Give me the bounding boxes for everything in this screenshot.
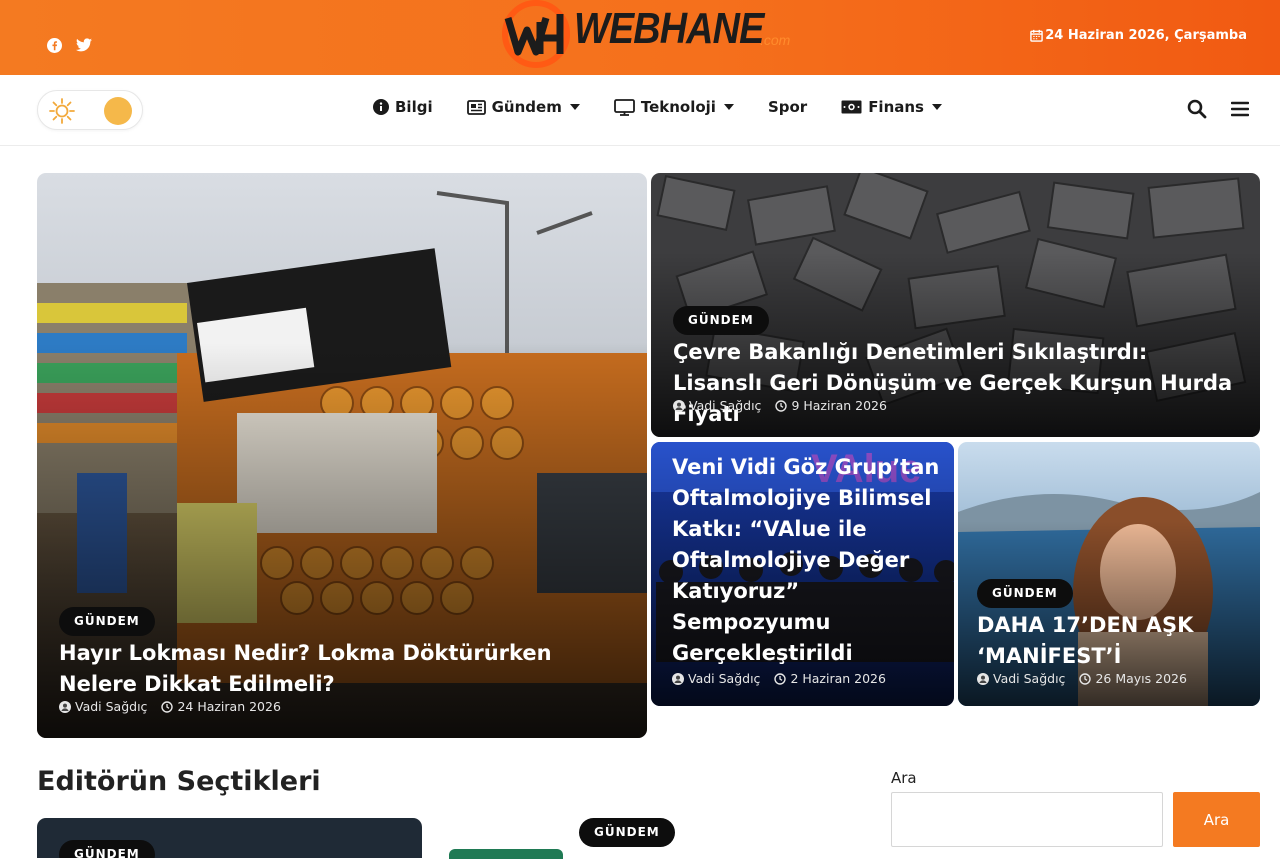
search-button[interactable]: Ara xyxy=(1173,792,1260,847)
nav-item-gundem[interactable]: Gündem xyxy=(466,98,580,116)
author[interactable]: Vadi Sağdıç xyxy=(977,671,1065,686)
date-value: 26 Mayıs 2026 xyxy=(1095,671,1187,686)
nav-label: Spor xyxy=(767,98,808,116)
category-badge[interactable]: GÜNDEM xyxy=(673,306,769,335)
featured-card-secondary[interactable]: GÜNDEM Çevre Bakanlığı Denetimleri Sıkıl… xyxy=(651,173,1260,437)
chevron-down-icon xyxy=(569,104,580,110)
date-text: 24 Haziran 2026, Çarşamba xyxy=(1045,28,1247,43)
section-title-editors: Editörün Seçtikleri xyxy=(37,766,321,797)
author-name: Vadi Sağdıç xyxy=(993,671,1066,686)
user-icon xyxy=(672,672,684,685)
clock-icon xyxy=(1079,672,1092,685)
nav-label: Gündem xyxy=(491,98,562,116)
featured-card-fourth[interactable]: GÜNDEM DAHA 17’DEN AŞK ‘MANİFEST’İ Vadi … xyxy=(958,442,1260,706)
money-icon xyxy=(841,100,862,114)
monitor-icon xyxy=(613,98,635,116)
nav-label: Teknoloji xyxy=(640,98,716,116)
theme-toggle[interactable] xyxy=(37,90,143,130)
user-icon xyxy=(59,700,71,713)
logo-mark-icon xyxy=(502,0,570,68)
nav-item-finans[interactable]: Finans xyxy=(841,98,942,116)
nav-actions xyxy=(1187,99,1249,119)
article-title[interactable]: Hayır Lokması Nedir? Lokma Döktürürken N… xyxy=(59,638,599,700)
user-icon xyxy=(673,399,685,412)
current-date: 24 Haziran 2026, Çarşamba xyxy=(1030,28,1247,43)
category-badge[interactable]: GÜNDEM xyxy=(977,579,1073,608)
date-value: 2 Haziran 2026 xyxy=(790,671,886,686)
article-meta: Vadi Sağdıç 24 Haziran 2026 xyxy=(59,699,281,714)
newspaper-icon xyxy=(466,99,486,115)
category-badge[interactable]: GÜNDEM xyxy=(59,607,155,636)
date-value: 9 Haziran 2026 xyxy=(791,398,887,413)
article-meta: Vadi Sağdıç 9 Haziran 2026 xyxy=(673,398,887,413)
publish-date: 26 Mayıs 2026 xyxy=(1079,671,1187,686)
chevron-down-icon xyxy=(931,104,942,110)
publish-date: 2 Haziran 2026 xyxy=(774,671,886,686)
nav-item-teknoloji[interactable]: Teknoloji xyxy=(613,98,734,116)
search-label: Ara xyxy=(891,769,917,787)
editor-card[interactable]: GÜNDEM xyxy=(37,818,422,858)
featured-card-main[interactable]: GÜNDEM Hayır Lokması Nedir? Lokma Döktür… xyxy=(37,173,647,738)
author[interactable]: Vadi Sağdıç xyxy=(672,671,760,686)
author-name: Vadi Sağdıç xyxy=(689,398,762,413)
category-badge[interactable]: GÜNDEM xyxy=(59,840,155,858)
info-icon xyxy=(373,99,389,115)
hamburger-menu-icon[interactable] xyxy=(1231,101,1249,117)
article-title[interactable]: Çevre Bakanlığı Denetimleri Sıkılaştırdı… xyxy=(673,337,1243,430)
social-links xyxy=(46,37,92,53)
chevron-down-icon xyxy=(723,104,734,110)
author-name: Vadi Sağdıç xyxy=(688,671,761,686)
author[interactable]: Vadi Sağdıç xyxy=(673,398,761,413)
date-value: 24 Haziran 2026 xyxy=(177,699,281,714)
article-title[interactable]: Veni Vidi Göz Grup’tan Oftalmolojiye Bil… xyxy=(672,452,942,669)
nav-item-bilgi[interactable]: Bilgi xyxy=(373,98,433,116)
article-meta: Vadi Sağdıç 26 Mayıs 2026 xyxy=(977,671,1187,686)
nav-label: Finans xyxy=(868,98,924,116)
toggle-knob[interactable] xyxy=(104,97,132,125)
search-input[interactable] xyxy=(891,792,1163,847)
calendar-icon xyxy=(1030,29,1044,42)
facebook-icon[interactable] xyxy=(46,37,62,53)
logo-wordmark: WEBHANE xyxy=(574,4,764,53)
user-icon xyxy=(977,672,989,685)
logo-tld: .com xyxy=(760,32,791,48)
nav-menu: Bilgi Gündem Teknoloji Spor Finans xyxy=(373,98,976,116)
editor-thumb[interactable] xyxy=(449,849,563,859)
top-bar: WEBHANE .com 24 Haziran 2026, Çarşamba xyxy=(0,0,1280,75)
clock-icon xyxy=(774,672,787,685)
twitter-icon[interactable] xyxy=(76,37,92,53)
site-logo[interactable]: WEBHANE .com xyxy=(498,0,803,70)
featured-card-third[interactable]: VAlue Veni Vidi Göz Grup’tan Oftalmoloji… xyxy=(651,442,954,706)
clock-icon xyxy=(161,700,174,713)
nav-label: Bilgi xyxy=(395,98,433,116)
clock-icon xyxy=(775,399,788,412)
article-meta: Vadi Sağdıç 2 Haziran 2026 xyxy=(672,671,886,686)
publish-date: 9 Haziran 2026 xyxy=(775,398,887,413)
article-title[interactable]: DAHA 17’DEN AŞK ‘MANİFEST’İ xyxy=(977,610,1247,672)
publish-date: 24 Haziran 2026 xyxy=(161,699,281,714)
author[interactable]: Vadi Sağdıç xyxy=(59,699,147,714)
search-icon[interactable] xyxy=(1187,99,1207,119)
nav-item-spor[interactable]: Spor xyxy=(768,98,807,116)
category-badge[interactable]: GÜNDEM xyxy=(579,818,675,847)
main-nav: Bilgi Gündem Teknoloji Spor Finans xyxy=(0,75,1280,146)
sun-icon xyxy=(49,98,75,124)
author-name: Vadi Sağdıç xyxy=(75,699,148,714)
